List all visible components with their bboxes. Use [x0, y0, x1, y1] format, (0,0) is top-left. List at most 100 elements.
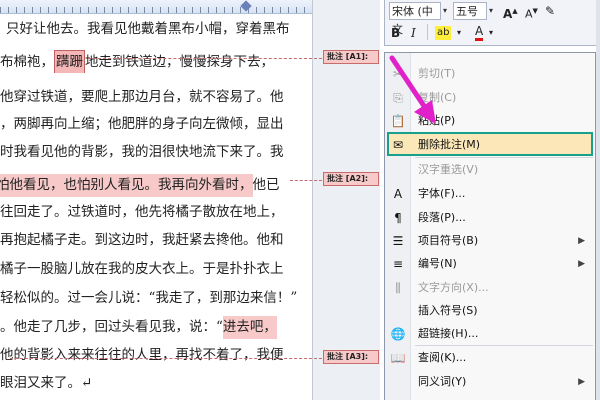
- text-run: 他已: [252, 177, 280, 193]
- ruler[interactable]: [0, 0, 312, 14]
- text-run: 眼泪又来了。↵: [0, 375, 93, 391]
- menu-icon: ☰: [392, 234, 404, 248]
- document-area[interactable]: 只好让他去。我看见他戴着黑布小帽，穿着黑布布棉袍， 蹒跚 地走到铁道边，慢慢探身下去…: [0, 0, 312, 400]
- text-line[interactable]: 怕他看见，也怕别人看见。我再向外看时，他已: [0, 174, 308, 197]
- menu-item-3[interactable]: ✉ 删除批注(M): [385, 134, 595, 156]
- text-line[interactable]: 他穿过铁道，要爬上那边月台，就不容易了。他: [0, 86, 312, 109]
- menu-item-label: 复制(C): [418, 91, 457, 104]
- font-size-select[interactable]: 五号: [453, 2, 487, 20]
- text-run: 往回走了。过铁道时，他先将橘子散放在地上，: [0, 204, 284, 220]
- text-run: 轻松似的。过一会儿说：“我走了，到那边来信！”: [0, 290, 298, 306]
- text-run: 怕他看见，也怕别人看见。我再向外看时，: [0, 174, 253, 197]
- menu-item-9[interactable]: ⫼ 文字方向(X)...: [385, 277, 595, 299]
- text-run: 布棉袍，: [0, 54, 54, 70]
- menu-item-13[interactable]: 同义词(Y) ▶: [385, 371, 595, 393]
- menu-item-2[interactable]: 📋 粘贴(P): [385, 110, 595, 132]
- text-run: 地走到铁道边，慢慢探身下去，: [85, 54, 274, 70]
- menu-icon: [389, 162, 407, 178]
- text-line[interactable]: 轻松似的。过一会儿说：“我走了，到那边来信！”: [0, 287, 312, 310]
- menu-item-6[interactable]: ¶ 段落(P)...: [385, 207, 595, 229]
- text-run: 只好让他去。我看见他戴着黑布小帽，穿着黑布: [6, 21, 290, 37]
- font-color-icon[interactable]: A: [475, 24, 484, 41]
- menu-item-7[interactable]: ☰ 项目符号(B) ▶: [385, 230, 595, 252]
- menu-item-1[interactable]: ⎘ 复制(C): [385, 87, 595, 109]
- menu-icon: 🌐: [390, 327, 406, 341]
- italic-label: I: [411, 26, 416, 40]
- menu-item-label: 文字方向(X)...: [418, 281, 489, 294]
- menu-item-4[interactable]: 汉字重选(V): [385, 159, 595, 181]
- text-line[interactable]: 他的背影入来来往往的人里，再找不着了，我便: [0, 344, 312, 367]
- comment-balloon-a1[interactable]: 批注 [A1]:: [323, 50, 379, 64]
- menu-item-label: 删除批注(M): [418, 138, 481, 151]
- menu-item-label: 超链接(H)...: [418, 327, 479, 340]
- menu-item-label: 剪切(T): [418, 67, 456, 80]
- chevron-down-icon[interactable]: ▾: [443, 2, 447, 20]
- menu-item-label: 翻译(A): [418, 395, 456, 400]
- grow-font-label: A: [503, 7, 513, 21]
- menu-item-label: 插入符号(S): [418, 304, 478, 317]
- highlight-icon[interactable]: ab: [435, 26, 452, 40]
- menu-item-14[interactable]: 翻译(A) ▶: [385, 395, 595, 400]
- menu-icon: [389, 303, 407, 319]
- toolbar-divider: [427, 24, 431, 40]
- text-run: ，两脚再向上缩；他肥胖的身子向左微倾，显出: [0, 116, 284, 132]
- text-run: 橘子一股脑儿放在我的皮大衣上。于是扑扑衣上: [0, 261, 284, 277]
- menu-item-5[interactable]: A 字体(F)...: [385, 183, 595, 205]
- text-line[interactable]: 只好让他去。我看见他戴着黑布小帽，穿着黑布: [6, 18, 312, 41]
- text-line[interactable]: 眼泪又来了。↵: [0, 372, 312, 395]
- italic-button[interactable]: I: [411, 24, 416, 42]
- shrink-font-label: A: [525, 7, 533, 21]
- menu-item-10[interactable]: 插入符号(S): [385, 300, 595, 322]
- menu-icon: 📋: [390, 114, 406, 128]
- shrink-font-icon[interactable]: A▼: [525, 2, 538, 21]
- text-line[interactable]: 布棉袍， 蹒跚 地走到铁道边，慢慢探身下去，: [0, 50, 312, 73]
- chevron-down-icon[interactable]: ▾: [489, 2, 493, 20]
- comment-connector: [290, 180, 322, 181]
- comment-balloon-a3[interactable]: 批注 [A3]:: [323, 350, 379, 364]
- menu-icon: ⫼: [395, 281, 401, 295]
- format-painter-icon[interactable]: ✎: [545, 2, 555, 20]
- menu-item-12[interactable]: 📖 查阅(K)...: [385, 347, 595, 369]
- font-name-select[interactable]: 宋体 (中文: [389, 2, 441, 36]
- scrollbar[interactable]: [596, 0, 600, 400]
- comment-balloon-a2[interactable]: 批注 [A2]:: [323, 172, 379, 186]
- comment-label: 批注 [A2]:: [327, 174, 369, 183]
- menu-icon: A: [393, 187, 403, 201]
- comment-connector: [88, 58, 322, 59]
- text-line[interactable]: 时我看见他的背影，我的泪很快地流下来了。我: [0, 141, 312, 164]
- text-run: 。他走了几步，回过头看见我，说：“: [0, 319, 223, 335]
- menu-icon: ✉: [392, 138, 404, 152]
- text-run: 再抱起橘子走。到这边时，我赶紧去搀他。他和: [0, 232, 284, 248]
- bold-label: B: [391, 26, 401, 40]
- chevron-down-icon[interactable]: ▾: [457, 24, 461, 42]
- menu-item-8[interactable]: ≡ 编号(N) ▶: [385, 253, 595, 275]
- text-line[interactable]: 。他走了几步，回过头看见我，说：“进去吧，: [0, 316, 312, 339]
- menu-icon: [389, 374, 407, 390]
- text-line[interactable]: 再抱起橘子走。到这边时，我赶紧去搀他。他和: [0, 229, 312, 252]
- context-menu: ✂ 剪切(T) ⎘ 复制(C) 📋 粘贴(P) ✉ 删除批注(M) 汉字重选(V) A 字体(F).…: [384, 52, 596, 400]
- submenu-arrow-icon: ▶: [578, 236, 585, 246]
- chevron-down-icon[interactable]: ▾: [489, 24, 493, 42]
- menu-item-label: 同义词(Y): [418, 375, 467, 388]
- menu-item-11[interactable]: 🌐 超链接(H)...: [385, 323, 595, 345]
- comment-margin: 批注 [A1]: 批注 [A2]: 批注 [A3]:: [312, 0, 380, 400]
- menu-icon: ⎘: [393, 91, 403, 105]
- menu-item-label: 汉字重选(V): [418, 163, 479, 176]
- text-run: 蹒跚: [54, 50, 85, 73]
- text-line[interactable]: ，两脚再向上缩；他肥胖的身子向左微倾，显出: [0, 113, 312, 136]
- grow-font-icon[interactable]: A▲: [503, 2, 518, 21]
- comment-label: 批注 [A1]:: [327, 52, 369, 61]
- text-run: 他的背影入来来往往的人里，再找不着了，我便: [0, 347, 284, 363]
- menu-item-0[interactable]: ✂ 剪切(T): [385, 63, 595, 85]
- text-run: 进去吧，: [222, 316, 277, 339]
- ruler-ticks: [0, 7, 312, 13]
- menu-separator: [415, 345, 593, 346]
- menu-item-label: 段落(P)...: [418, 211, 466, 224]
- text-line[interactable]: 往回走了。过铁道时，他先将橘子散放在地上，: [0, 201, 312, 224]
- bold-button[interactable]: B: [391, 24, 400, 42]
- submenu-arrow-icon: ▶: [578, 259, 585, 269]
- submenu-arrow-icon: ▶: [578, 377, 585, 387]
- text-line[interactable]: 橘子一股脑儿放在我的皮大衣上。于是扑扑衣上: [0, 258, 312, 281]
- highlight-label: ab: [437, 27, 450, 38]
- menu-icon: ✂: [392, 67, 404, 81]
